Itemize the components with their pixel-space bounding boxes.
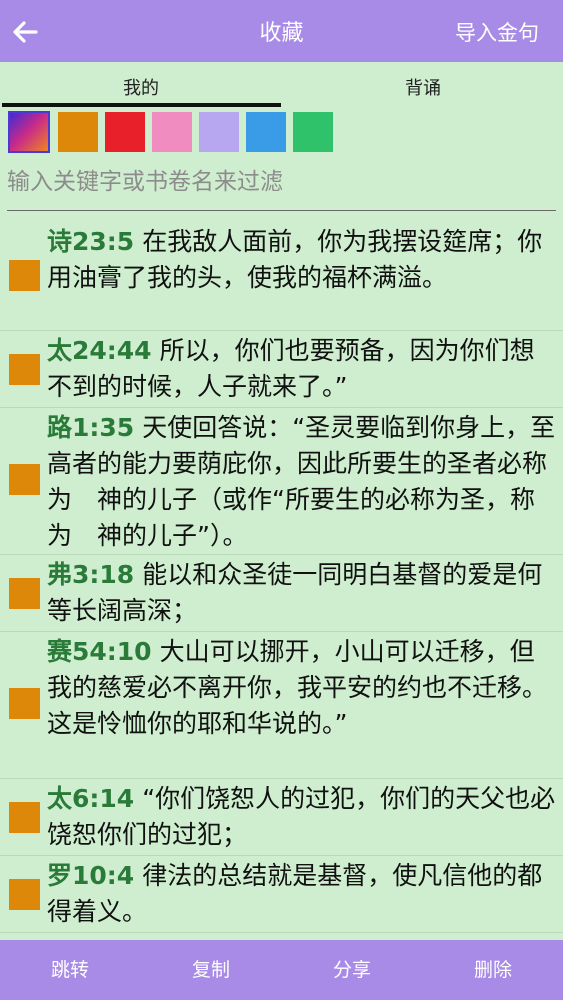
verse-content: 弗3:18 能以和众圣徒一同明白基督的爱是何等长阔高深； [47, 557, 559, 629]
bottom-action-bar: 跳转 复制 分享 删除 [0, 940, 563, 1000]
verse-content: 诗23:5 在我敌人面前，你为我摆设筵席；你用油膏了我的头，使我的福杯满溢。 [47, 224, 559, 296]
color-marker [9, 578, 40, 609]
color-marker [9, 802, 40, 833]
verse-reference: 路1:35 [47, 413, 135, 442]
color-marker [9, 260, 40, 291]
top-app-bar: 收藏 导入金句 [0, 0, 563, 62]
verse-reference: 太24:44 [47, 336, 152, 365]
swatch-green[interactable] [293, 112, 333, 152]
verse-reference: 罗10:4 [47, 861, 135, 890]
color-marker [9, 354, 40, 385]
verse-content: 太24:44 所以，你们也要预备，因为你们想不到的时候，人子就来了。” [47, 333, 559, 405]
verse-content: 路1:35 天使回答说：“圣灵要临到你身上，至高者的能力要荫庇你，因此所要生的圣者… [47, 410, 559, 554]
swatch-lavender[interactable] [199, 112, 239, 152]
copy-button[interactable]: 复制 [141, 940, 281, 1000]
swatch-blue[interactable] [246, 112, 286, 152]
swatch-red[interactable] [105, 112, 145, 152]
swatch-all-colors[interactable] [8, 111, 50, 153]
verse-row[interactable]: 弗3:18 能以和众圣徒一同明白基督的爱是何等长阔高深； [0, 555, 563, 632]
verse-content: 罗10:4 律法的总结就是基督，使凡信他的都得着义。 [47, 858, 559, 930]
filter-input[interactable] [7, 158, 556, 206]
verse-row[interactable]: 太24:44 所以，你们也要预备，因为你们想不到的时候，人子就来了。” [0, 331, 563, 408]
verse-row[interactable]: 诗23:5 在我敌人面前，你为我摆设筵席；你用油膏了我的头，使我的福杯满溢。 [0, 222, 563, 331]
verse-reference: 诗23:5 [47, 227, 135, 256]
import-verses-button[interactable]: 导入金句 [455, 17, 539, 47]
color-marker [9, 688, 40, 719]
verse-content: 赛54:10 大山可以挪开，小山可以迁移，但我的慈爱必不离开你，我平安的约也不迁移… [47, 634, 559, 742]
verse-content: 太6:14 “你们饶恕人的过犯，你们的天父也必饶恕你们的过犯； [47, 781, 559, 853]
verse-row[interactable]: 赛54:10 大山可以挪开，小山可以迁移，但我的慈爱必不离开你，我平安的约也不迁移… [0, 632, 563, 779]
verse-reference: 赛54:10 [47, 637, 152, 666]
verse-row[interactable]: 罗10:4 律法的总结就是基督，使凡信他的都得着义。 [0, 856, 563, 933]
verse-reference: 弗3:18 [47, 560, 135, 589]
color-marker [9, 879, 40, 910]
verse-row[interactable]: 路1:35 天使回答说：“圣灵要临到你身上，至高者的能力要荫庇你，因此所要生的圣者… [0, 408, 563, 555]
filter-field [7, 158, 556, 211]
share-button[interactable]: 分享 [282, 940, 422, 1000]
swatch-orange[interactable] [58, 112, 98, 152]
tab-recite[interactable]: 背诵 [282, 74, 563, 100]
swatch-pink[interactable] [152, 112, 192, 152]
jump-button[interactable]: 跳转 [0, 940, 140, 1000]
tab-indicator [2, 103, 281, 107]
delete-button[interactable]: 删除 [423, 940, 563, 1000]
verse-reference: 太6:14 [47, 784, 135, 813]
tab-mine[interactable]: 我的 [0, 74, 282, 100]
color-marker [9, 464, 40, 495]
verse-row[interactable]: 太6:14 “你们饶恕人的过犯，你们的天父也必饶恕你们的过犯； [0, 779, 563, 856]
verse-list[interactable]: 诗23:5 在我敌人面前，你为我摆设筵席；你用油膏了我的头，使我的福杯满溢。 太2… [0, 222, 563, 938]
